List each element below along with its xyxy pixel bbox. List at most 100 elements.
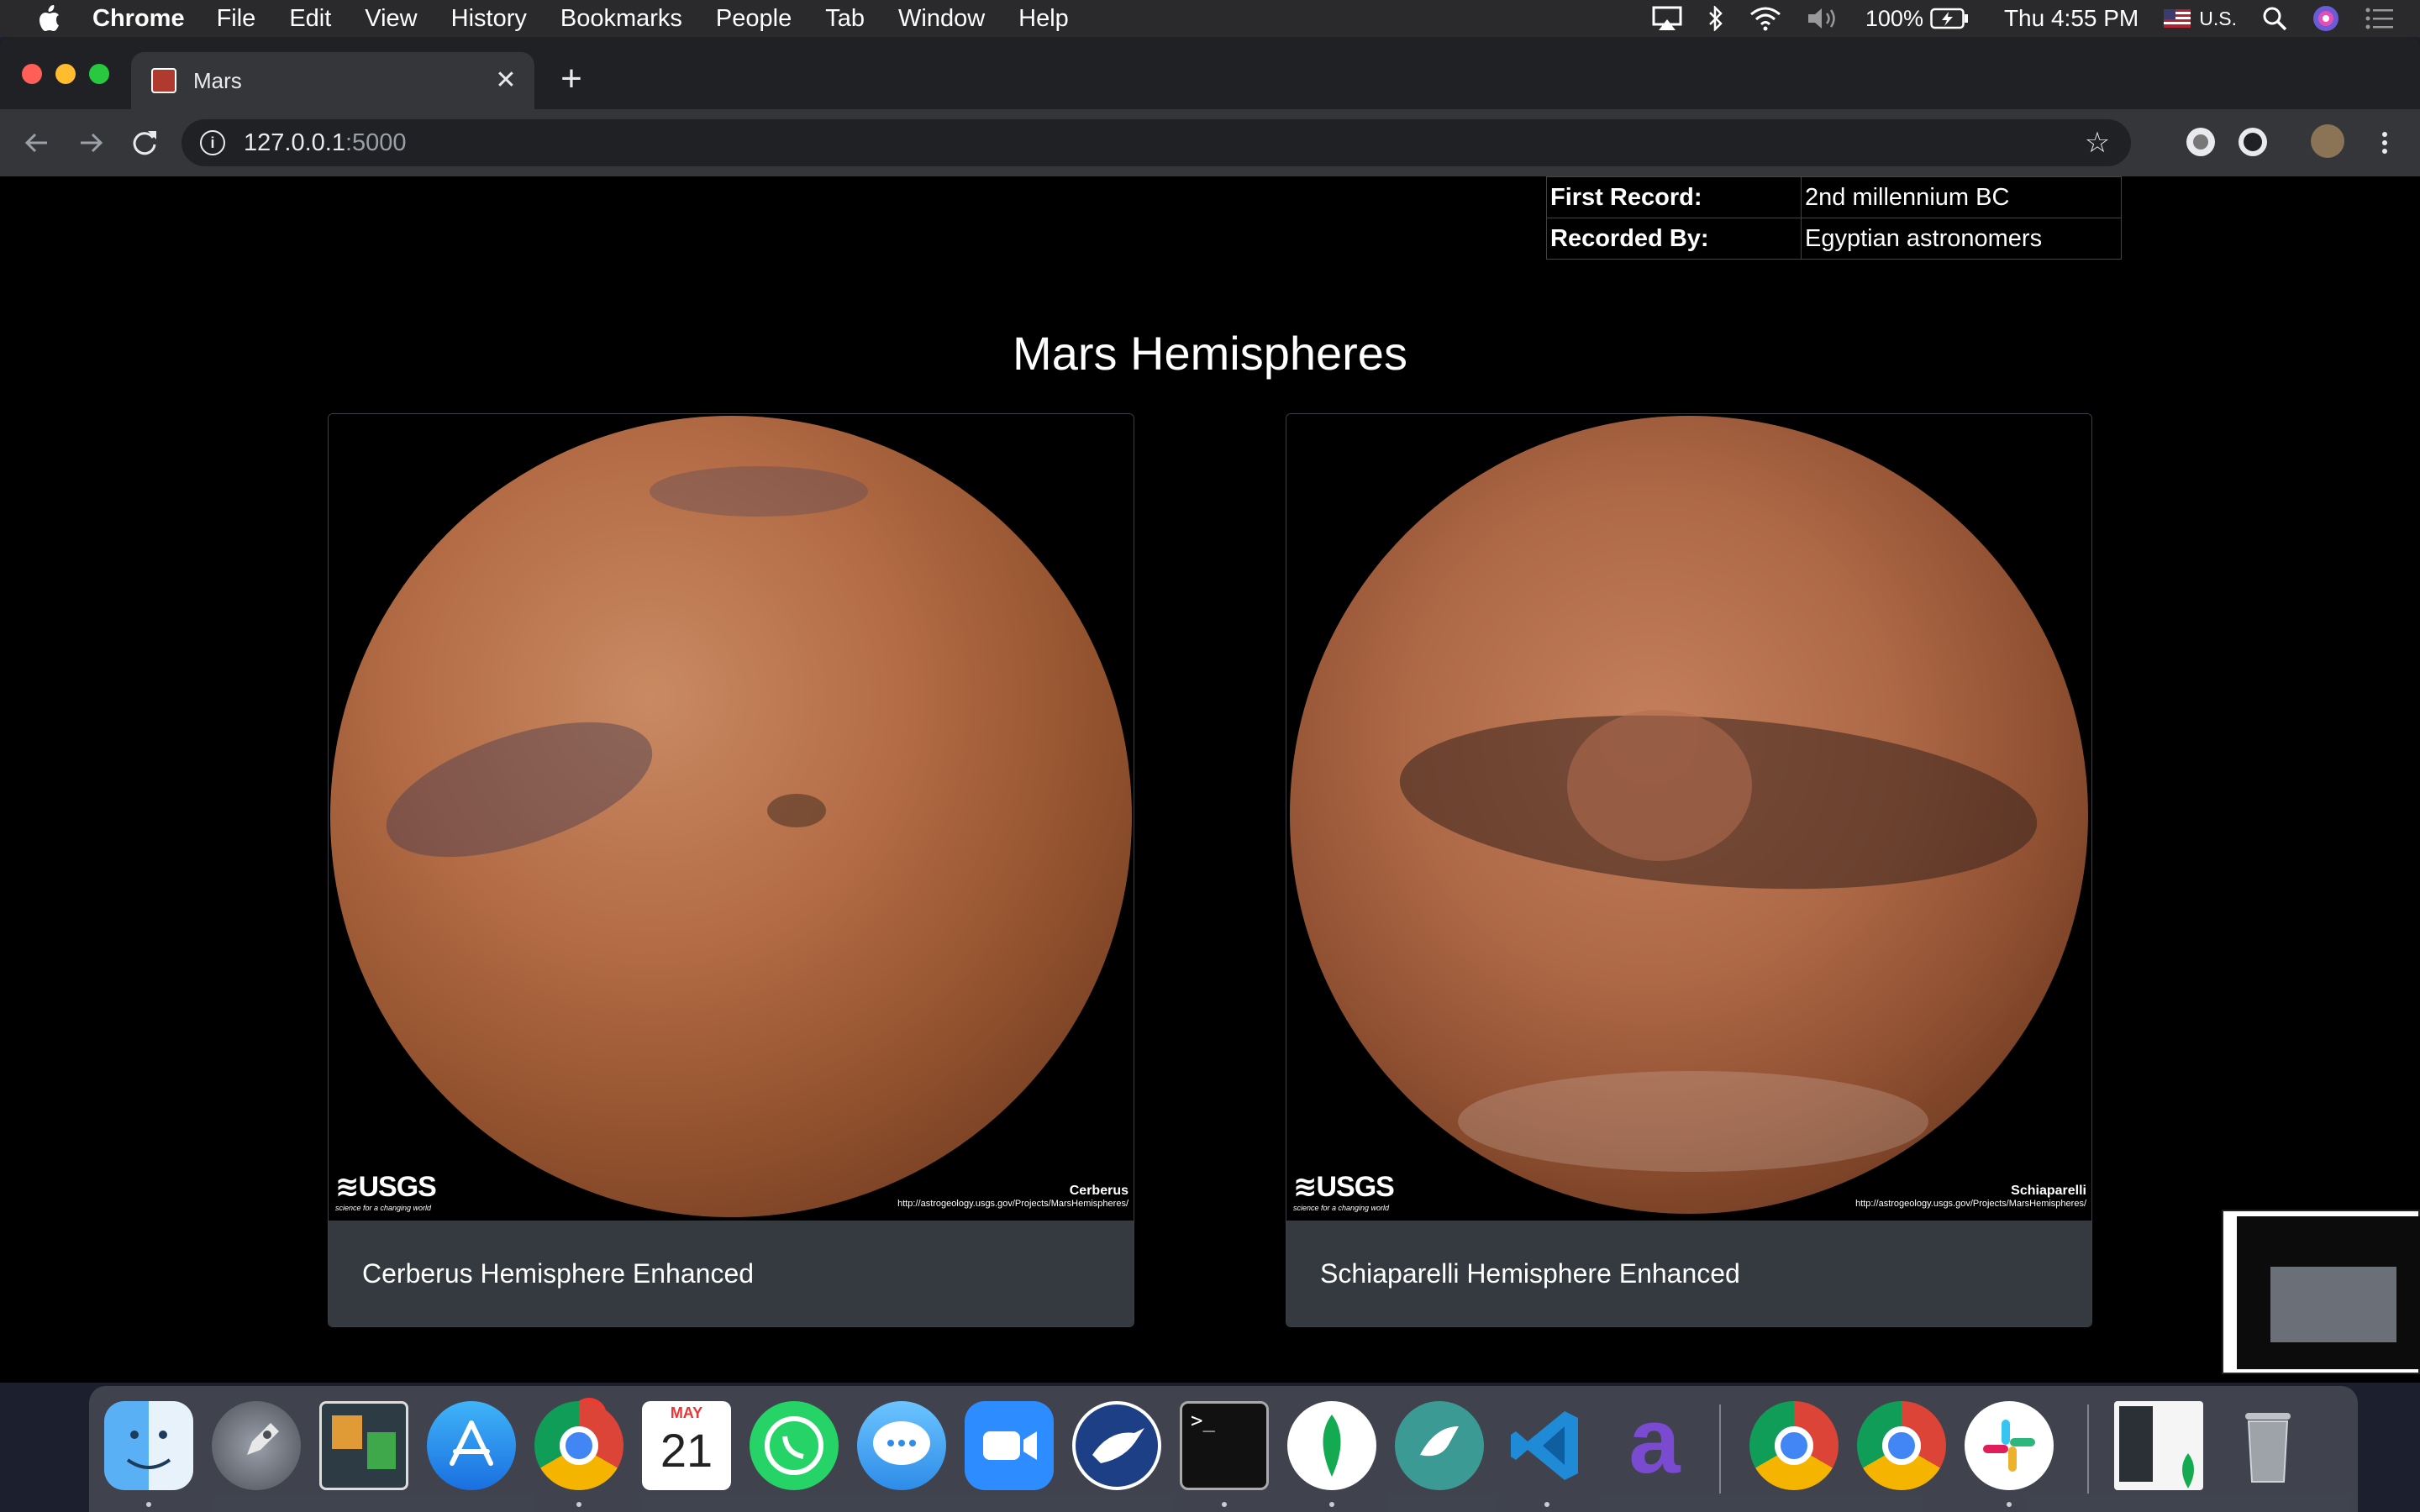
browser-toolbar: i 127.0.0.1:5000 ☆ (0, 109, 2420, 176)
credit-url: http://astrogeology.usgs.gov/Projects/Ma… (897, 1199, 1128, 1209)
window-zoom-button[interactable] (89, 64, 109, 84)
calendar-icon[interactable]: MAY 21 (642, 1401, 731, 1490)
profile-avatar[interactable] (2311, 124, 2344, 158)
cyberduck-icon[interactable] (1072, 1401, 1161, 1490)
menu-bar: Chrome File Edit View History Bookmarks … (0, 0, 2420, 37)
dock: 1 MAY 21 >_ a (89, 1386, 2358, 1512)
bookmark-star-icon[interactable]: ☆ (2082, 128, 2112, 158)
wifi-icon[interactable] (1749, 6, 1781, 31)
fact-value: 2nd millennium BC (1801, 176, 2122, 218)
credit-name: Cerberus (1069, 1184, 1128, 1198)
notification-center-icon[interactable] (2365, 7, 2395, 30)
table-row: Recorded By: Egyptian astronomers (1546, 218, 2122, 260)
image-credit: Schiaparelli http://astrogeology.usgs.gov… (1855, 1184, 2086, 1209)
chrome-menu-icon[interactable] (2366, 124, 2403, 161)
input-source-label[interactable]: U.S. (2199, 8, 2237, 30)
tab-strip: Mars ✕ + (0, 37, 2420, 109)
tab-close-icon[interactable]: ✕ (491, 66, 521, 96)
menu-app-chrome[interactable]: Chrome (92, 5, 185, 33)
fact-label: Recorded By: (1546, 218, 1802, 260)
whatsapp-icon[interactable] (750, 1401, 839, 1490)
url-port: :5000 (345, 129, 407, 156)
usgs-tagline: science for a changing world (1293, 1204, 1390, 1212)
url-host: 127.0.0.1 (244, 129, 345, 156)
address-bar[interactable]: i 127.0.0.1:5000 ☆ (182, 119, 2131, 166)
usgs-logo-text: ≋USGS (335, 1171, 437, 1203)
battery-percent: 100% (1865, 5, 1923, 31)
vscode-icon[interactable] (1502, 1401, 1591, 1490)
siri-icon[interactable] (2312, 5, 2339, 32)
menu-history[interactable]: History (451, 5, 527, 33)
image-credit: Cerberus http://astrogeology.usgs.gov/Pro… (897, 1184, 1128, 1209)
screenshot-thumbnail[interactable] (2222, 1210, 2420, 1374)
menu-people[interactable]: People (716, 5, 792, 33)
running-indicator (1329, 1502, 1334, 1507)
mars-facts-table: First Record: 2nd millennium BC Recorded… (1546, 176, 2122, 260)
usgs-logo: ≋USGS science for a changing world (335, 1170, 437, 1212)
forward-arrow-icon[interactable] (72, 124, 109, 161)
twitter-bird-app-icon[interactable] (1395, 1401, 1484, 1490)
battery-icon[interactable] (1930, 8, 1969, 29)
launchpad-rocket-icon[interactable] (212, 1401, 301, 1490)
image-capture-icon[interactable] (319, 1401, 408, 1490)
downloads-stack-icon[interactable] (2114, 1401, 2203, 1490)
menu-edit[interactable]: Edit (289, 5, 331, 33)
us-flag-icon[interactable] (2164, 9, 2191, 28)
site-info-icon[interactable]: i (200, 130, 225, 155)
bluetooth-icon[interactable] (1707, 6, 1724, 31)
page-content: First Record: 2nd millennium BC Recorded… (0, 176, 2420, 1383)
mars-globe-image (1290, 416, 2088, 1214)
extension-record-icon[interactable] (2186, 128, 2215, 156)
slack-icon[interactable] (1965, 1401, 2054, 1490)
usgs-logo: ≋USGS science for a changing world (1293, 1170, 1395, 1212)
hemisphere-caption: Schiaparelli Hemisphere Enhanced (1286, 1221, 2091, 1326)
chrome-icon[interactable] (534, 1401, 623, 1490)
airplay-icon[interactable] (1652, 6, 1682, 31)
status-area: 100% Thu 4:55 PM U.S. (1652, 0, 2420, 37)
reload-icon[interactable] (126, 124, 163, 161)
usgs-logo-text: ≋USGS (1293, 1171, 1395, 1203)
window-close-button[interactable] (22, 64, 42, 84)
tab-mars[interactable]: Mars ✕ (131, 52, 534, 109)
zoom-icon[interactable] (965, 1401, 1054, 1490)
finder-icon[interactable] (104, 1401, 193, 1490)
menubar-clock[interactable]: Thu 4:55 PM (2004, 5, 2139, 32)
tab-title: Mars (193, 67, 242, 93)
menu-file[interactable]: File (217, 5, 256, 33)
anaconda-navigator-icon[interactable]: a (1610, 1395, 1699, 1490)
extension-face-icon[interactable] (2238, 128, 2267, 156)
menu-view[interactable]: View (365, 5, 417, 33)
dock-separator (2087, 1404, 2089, 1494)
table-row: First Record: 2nd millennium BC (1546, 176, 2122, 218)
fact-label: First Record: (1546, 176, 1802, 218)
running-indicator (1222, 1502, 1227, 1507)
trash-icon[interactable] (2223, 1401, 2312, 1490)
hemisphere-caption: Cerberus Hemisphere Enhanced (329, 1221, 1134, 1326)
running-indicator (146, 1502, 151, 1507)
credit-name: Schiaparelli (2011, 1184, 2086, 1198)
spotlight-search-icon[interactable] (2262, 6, 2287, 31)
hemisphere-card-cerberus: ≋USGS science for a changing world Cerber… (328, 413, 1134, 1327)
usgs-tagline: science for a changing world (335, 1204, 432, 1212)
menu-tab[interactable]: Tab (825, 5, 865, 33)
schiaparelli-hemisphere-image[interactable]: ≋USGS science for a changing world Schiap… (1286, 414, 2091, 1221)
terminal-icon[interactable]: >_ (1180, 1401, 1269, 1490)
fact-value: Egyptian astronomers (1801, 218, 2122, 260)
menu-bookmarks[interactable]: Bookmarks (560, 5, 682, 33)
volume-icon[interactable] (1807, 6, 1840, 31)
messages-icon[interactable] (857, 1401, 946, 1490)
mongodb-compass-icon[interactable] (1287, 1401, 1376, 1490)
mars-favicon-icon (151, 68, 176, 93)
dock-separator (1719, 1404, 1721, 1494)
menu-window[interactable]: Window (898, 5, 985, 33)
new-tab-button[interactable]: + (555, 60, 588, 97)
menu-help[interactable]: Help (1018, 5, 1069, 33)
cerberus-hemisphere-image[interactable]: ≋USGS science for a changing world Cerber… (329, 414, 1134, 1221)
window-minimize-button[interactable] (55, 64, 76, 84)
chrome-icon[interactable] (1749, 1401, 1839, 1490)
app-store-icon[interactable] (427, 1401, 516, 1490)
chrome-icon[interactable] (1857, 1401, 1946, 1490)
back-arrow-icon[interactable] (18, 124, 55, 161)
running-indicator (1544, 1502, 1549, 1507)
apple-menu-icon[interactable] (32, 2, 66, 35)
